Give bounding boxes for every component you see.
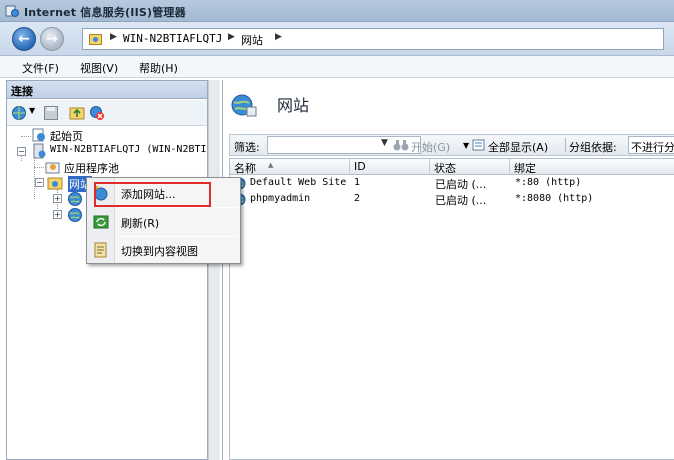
back-arrow-icon: ← [18,31,30,47]
table-row[interactable]: Default Web Site 1 已启动 (... *:80 (http) [230,176,674,192]
site-folder-icon [89,34,102,45]
menu-help[interactable]: 帮助(H) [139,60,178,76]
collapse-sites-toggle[interactable]: − [35,178,44,187]
annotation-highlight-box [94,182,211,207]
remove-connection-icon[interactable] [89,105,105,121]
page-title: 网站 [277,96,310,115]
column-status-label: 状态 [434,162,456,175]
toolbar-separator [565,138,566,152]
row-binding: *:80 (http) [515,177,582,188]
filter-dropdown-icon[interactable]: ▼ [381,138,388,148]
connections-header: 连接 [7,81,207,99]
collapse-server-toggle[interactable]: − [17,147,26,156]
up-folder-icon[interactable] [69,105,85,121]
forward-button[interactable]: → [40,27,64,51]
breadcrumb-separator: ▶ [228,32,235,42]
forward-arrow-icon: → [46,31,58,47]
start-page-icon [32,128,45,142]
context-separator [119,236,237,237]
navigation-bar: ← → ▶ WIN-N2BTIAFLQTJ ▶ 网站 ▶ [0,22,674,56]
sites-list: 名称 ▲ ID 状态 绑定 Default Web Site 1 已启动 (..… [229,158,674,460]
save-icon[interactable] [43,105,59,121]
sites-globe-icon [231,94,257,117]
column-status[interactable]: 状态 [430,159,510,175]
context-refresh[interactable]: 刷新(R) [89,211,238,233]
group-by-label: 分组依据: [569,141,617,154]
column-name[interactable]: 名称 ▲ [230,159,350,175]
breadcrumb-server[interactable]: WIN-N2BTIAFLQTJ [123,32,222,45]
menu-file[interactable]: 文件(F) [22,60,59,76]
expand-site-1-toggle[interactable]: + [53,194,62,203]
sites-folder-icon [47,177,63,190]
context-switch-content-view[interactable]: 切换到内容视图 [89,239,238,261]
window-title: Internet 信息服务(IIS)管理器 [24,6,186,19]
start-filter-button[interactable]: 开始(G) [411,139,450,155]
breadcrumb-separator: ▶ [110,32,117,42]
column-name-label: 名称 [234,162,256,175]
row-id: 2 [354,193,361,204]
row-status: 已启动 (... [435,178,487,191]
connections-toolbar: ▼ [7,100,207,126]
breadcrumb-sites[interactable]: 网站 [241,32,263,48]
group-by-select[interactable]: 不进行分 [628,136,674,154]
row-id: 1 [354,177,361,188]
connections-pane: 连接 ▼ 起始页 − WIN-N2BTIAFLQTJ (WIN-N2BTI 应用… [6,80,208,460]
refresh-icon [93,215,109,229]
menu-view[interactable]: 视图(V) [80,60,118,76]
tree-app-pools-label: 应用程序池 [64,162,119,175]
context-refresh-label: 刷新(R) [121,217,160,230]
page-header: 网站 [223,80,674,128]
binoculars-icon [393,140,409,151]
filter-bar: 筛选: ▼ 开始(G) ▼ 全部显示(A) 分组依据: 不进行分 [229,134,674,156]
server-icon [33,143,46,159]
start-dropdown-icon[interactable]: ▼ [463,141,469,150]
connections-title: 连接 [11,85,33,98]
title-bar: Internet 信息服务(IIS)管理器 [0,0,674,22]
list-header: 名称 ▲ ID 状态 绑定 [230,159,674,175]
connect-globe-icon[interactable] [11,105,27,121]
column-id-label: ID [354,160,366,173]
column-binding[interactable]: 绑定 [510,159,674,175]
address-bar[interactable]: ▶ WIN-N2BTIAFLQTJ ▶ 网站 ▶ [82,28,664,50]
back-button[interactable]: ← [12,27,36,51]
show-all-icon [472,139,485,151]
group-by-value: 不进行分 [631,141,674,154]
tree-server-label: WIN-N2BTIAFLQTJ (WIN-N2BTI [50,144,207,155]
breadcrumb-separator: ▶ [275,32,282,42]
table-row[interactable]: phpmyadmin 2 已启动 (... *:8080 (http) [230,192,674,208]
site-globe-icon[interactable] [67,207,83,223]
tree-start-page-label: 起始页 [50,130,83,143]
context-switch-content-view-label: 切换到内容视图 [121,245,198,258]
app-pool-icon [45,162,60,174]
site-globe-icon[interactable] [67,191,83,207]
expand-site-2-toggle[interactable]: + [53,210,62,219]
column-id[interactable]: ID [350,159,430,175]
row-binding: *:8080 (http) [515,193,594,204]
iis-app-icon [5,5,19,17]
menu-bar: 文件(F) 视图(V) 帮助(H) [0,56,674,78]
sort-ascending-icon: ▲ [268,161,274,169]
row-name: Default Web Site [250,177,347,188]
context-separator [119,207,237,208]
row-name: phpmyadmin [250,193,311,204]
content-pane: 网站 筛选: ▼ 开始(G) ▼ 全部显示(A) 分组依据: 不进行分 名称 ▲ [222,80,674,460]
pane-splitter[interactable] [208,80,220,460]
content-view-icon [94,242,107,258]
row-status: 已启动 (... [435,194,487,207]
filter-label: 筛选: [234,141,260,154]
show-all-button[interactable]: 全部显示(A) [488,139,548,155]
column-binding-label: 绑定 [514,162,536,175]
dropdown-arrow-icon[interactable]: ▼ [29,106,35,115]
